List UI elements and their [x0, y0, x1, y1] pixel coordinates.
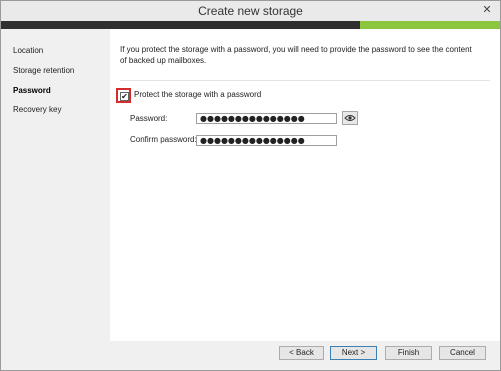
protect-storage-checkbox[interactable]: ✔ [120, 92, 129, 101]
confirm-password-label: Confirm password: [130, 135, 197, 144]
password-info-text: If you protect the storage with a passwo… [120, 45, 472, 65]
next-button[interactable]: Next > [330, 346, 377, 360]
sidebar-item-storage-retention[interactable]: Storage retention [13, 66, 74, 75]
sidebar-item-location[interactable]: Location [13, 46, 43, 55]
close-icon[interactable]: ✕ [480, 3, 494, 17]
accent-bar [1, 21, 500, 29]
protect-storage-label[interactable]: Protect the storage with a password [134, 90, 261, 99]
eye-icon [344, 115, 356, 121]
wizard-footer: < Back Next > Finish Cancel [1, 341, 500, 370]
finish-button[interactable]: Finish [385, 346, 432, 360]
password-input[interactable]: ●●●●●●●●●●●●●●● [196, 113, 337, 124]
protect-checkbox-highlight: ✔ [116, 88, 131, 103]
sidebar-item-password[interactable]: Password [13, 86, 51, 95]
back-button[interactable]: < Back [279, 346, 324, 360]
cancel-button[interactable]: Cancel [439, 346, 486, 360]
sidebar-item-recovery-key[interactable]: Recovery key [13, 105, 61, 114]
password-step-panel: If you protect the storage with a passwo… [110, 29, 500, 341]
accent-bar-green [360, 21, 500, 29]
title-bar: Create new storage ✕ [1, 1, 500, 21]
wizard-steps-sidebar: Location Storage retention Password Reco… [1, 29, 109, 341]
confirm-password-input[interactable]: ●●●●●●●●●●●●●●● [196, 135, 337, 146]
create-storage-window: Create new storage ✕ Location Storage re… [0, 0, 501, 371]
divider [120, 80, 490, 81]
window-title: Create new storage [198, 4, 303, 18]
password-label: Password: [130, 114, 168, 123]
show-password-button[interactable] [342, 111, 358, 125]
